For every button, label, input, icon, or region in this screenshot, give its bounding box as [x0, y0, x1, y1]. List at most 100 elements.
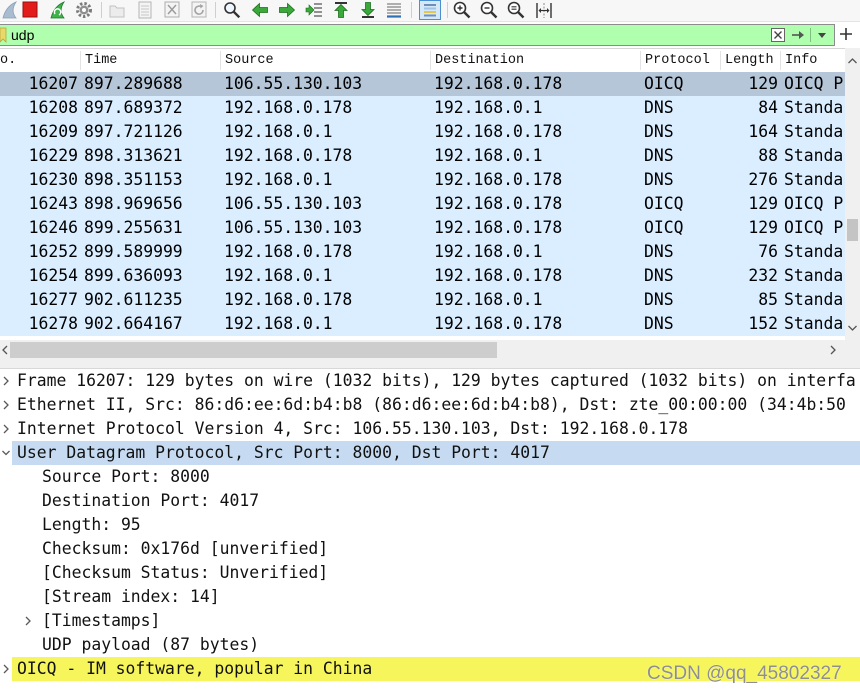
go-first-packet-icon[interactable]: [332, 1, 350, 19]
packet-cell-source: 192.168.0.178: [224, 242, 353, 261]
packet-cell-destination: 192.168.0.178: [434, 194, 563, 213]
add-filter-button-icon[interactable]: [838, 26, 854, 42]
detail-tree-item-label: [Checksum Status: Unverified]: [42, 563, 329, 582]
detail-tree-item-label: Frame 16207: 129 bytes on wire (1032 bit…: [17, 371, 856, 390]
auto-scroll-icon[interactable]: [385, 1, 403, 19]
packet-list-vertical-scrollbar[interactable]: [845, 48, 860, 340]
packet-row[interactable]: 16207 897.289688 106.55.130.103 192.168.0.1…: [0, 72, 845, 96]
packet-row[interactable]: 16246 899.255631 106.55.130.103 192.168.0.1…: [0, 216, 845, 240]
vertical-scrollbar-thumb[interactable]: [847, 219, 858, 241]
reload-file-icon[interactable]: [190, 1, 208, 19]
column-header-length[interactable]: Length: [725, 49, 774, 72]
packet-row[interactable]: 16229 898.313621 192.168.0.178 192.168.0.1 D…: [0, 144, 845, 168]
packet-cell-time: 899.636093: [84, 266, 183, 285]
column-separator[interactable]: [220, 51, 221, 70]
column-header-destination[interactable]: Destination: [435, 49, 524, 72]
capture-options-icon[interactable]: [75, 1, 93, 19]
packet-list[interactable]: o. Time Source Destination Protocol Leng…: [0, 48, 845, 340]
packet-cell-length: 164: [748, 122, 778, 141]
packet-row[interactable]: 16208 897.689372 192.168.0.178 192.168.0.1 D…: [0, 96, 845, 120]
packet-row[interactable]: 16278 902.664167 192.168.0.1 192.168.0.178 D…: [0, 312, 845, 336]
scroll-up-icon[interactable]: [845, 54, 860, 68]
scroll-left-icon[interactable]: [0, 343, 10, 357]
zoom-in-icon[interactable]: [453, 1, 471, 19]
expand-arrow-icon[interactable]: [1, 657, 11, 681]
packet-cell-destination: 192.168.0.1: [434, 242, 543, 261]
detail-tree-item[interactable]: UDP payload (87 bytes): [0, 633, 860, 657]
zoom-out-icon[interactable]: [480, 1, 498, 19]
apply-filter-icon[interactable]: [790, 27, 806, 43]
column-separator[interactable]: [80, 51, 81, 70]
toolbar-separator: [447, 2, 448, 18]
clear-filter-icon[interactable]: [770, 27, 786, 43]
find-packet-icon[interactable]: [223, 1, 241, 19]
packet-cell-destination: 192.168.0.178: [434, 74, 563, 93]
column-header-no[interactable]: o.: [0, 49, 16, 72]
scroll-right-icon[interactable]: [828, 343, 838, 357]
packet-cell-source: 106.55.130.103: [224, 218, 363, 237]
packet-list-horizontal-scrollbar[interactable]: [0, 340, 845, 360]
packet-cell-protocol: DNS: [644, 266, 674, 285]
packet-cell-length: 129: [748, 218, 778, 237]
packet-row[interactable]: 16209 897.721126 192.168.0.1 192.168.0.178 D…: [0, 120, 845, 144]
column-header-time[interactable]: Time: [85, 49, 117, 72]
packet-cell-source: 192.168.0.1: [224, 122, 333, 141]
packet-details-tree[interactable]: Frame 16207: 129 bytes on wire (1032 bit…: [0, 369, 860, 695]
save-file-icon[interactable]: [136, 1, 154, 19]
detail-tree-item[interactable]: Checksum: 0x176d [unverified]: [0, 537, 860, 561]
go-back-icon[interactable]: [251, 1, 269, 19]
detail-tree-item[interactable]: User Datagram Protocol, Src Port: 8000, …: [0, 441, 860, 465]
column-separator[interactable]: [780, 51, 781, 70]
start-capture-icon[interactable]: [0, 1, 18, 19]
packet-row[interactable]: 16254 899.636093 192.168.0.1 192.168.0.178 D…: [0, 264, 845, 288]
packet-cell-length: 129: [748, 74, 778, 93]
filter-history-dropdown-icon[interactable]: [814, 27, 830, 43]
go-to-packet-icon[interactable]: [305, 1, 323, 19]
column-separator[interactable]: [720, 51, 721, 70]
column-header-protocol[interactable]: Protocol: [645, 49, 710, 72]
scroll-down-icon[interactable]: [845, 321, 860, 335]
detail-tree-item[interactable]: [Timestamps]: [0, 609, 860, 633]
detail-tree-item[interactable]: Source Port: 8000: [0, 465, 860, 489]
normal-size-icon[interactable]: [507, 1, 525, 19]
column-header-source[interactable]: Source: [225, 49, 274, 72]
detail-tree-item[interactable]: [Checksum Status: Unverified]: [0, 561, 860, 585]
detail-tree-item-label: [Timestamps]: [42, 611, 161, 630]
horizontal-scrollbar-thumb[interactable]: [10, 342, 497, 358]
colorize-icon[interactable]: [419, 0, 441, 20]
display-filter-input[interactable]: [11, 25, 763, 45]
filter-bookmark-icon[interactable]: [0, 27, 7, 43]
expand-arrow-icon[interactable]: [1, 369, 11, 393]
packet-cell-info: OICQ P: [784, 218, 844, 237]
collapse-arrow-icon[interactable]: [1, 441, 11, 465]
column-separator[interactable]: [640, 51, 641, 70]
detail-tree-item[interactable]: Destination Port: 4017: [0, 489, 860, 513]
packet-cell-no: 16208: [28, 98, 78, 117]
packet-cell-protocol: DNS: [644, 146, 674, 165]
packet-cell-info: Standa: [784, 122, 844, 141]
detail-tree-item[interactable]: [Stream index: 14]: [0, 585, 860, 609]
expand-arrow-icon[interactable]: [1, 417, 11, 441]
go-forward-icon[interactable]: [278, 1, 296, 19]
packet-row[interactable]: 16252 899.589999 192.168.0.178 192.168.0.1 D…: [0, 240, 845, 264]
packet-row[interactable]: 16243 898.969656 106.55.130.103 192.168.0.1…: [0, 192, 845, 216]
column-separator[interactable]: [430, 51, 431, 70]
packet-cell-source: 192.168.0.1: [224, 170, 333, 189]
packet-cell-no: 16209: [28, 122, 78, 141]
detail-tree-item[interactable]: Frame 16207: 129 bytes on wire (1032 bit…: [0, 369, 860, 393]
open-file-icon[interactable]: [108, 1, 126, 19]
resize-columns-icon[interactable]: [535, 1, 553, 19]
column-header-info[interactable]: Info: [785, 49, 817, 72]
expand-arrow-icon[interactable]: [23, 609, 33, 633]
expand-arrow-icon[interactable]: [1, 393, 11, 417]
detail-tree-item[interactable]: Internet Protocol Version 4, Src: 106.55…: [0, 417, 860, 441]
detail-tree-item[interactable]: Ethernet II, Src: 86:d6:ee:6d:b4:b8 (86:…: [0, 393, 860, 417]
detail-tree-item[interactable]: Length: 95: [0, 513, 860, 537]
stop-capture-icon[interactable]: [21, 1, 39, 19]
close-file-icon[interactable]: [163, 1, 181, 19]
packet-row[interactable]: 16277 902.611235 192.168.0.178 192.168.0.1 D…: [0, 288, 845, 312]
pane-splitter[interactable]: [0, 360, 860, 369]
restart-capture-icon[interactable]: [48, 1, 66, 19]
go-last-packet-icon[interactable]: [359, 1, 377, 19]
packet-row[interactable]: 16230 898.351153 192.168.0.1 192.168.0.178 D…: [0, 168, 845, 192]
